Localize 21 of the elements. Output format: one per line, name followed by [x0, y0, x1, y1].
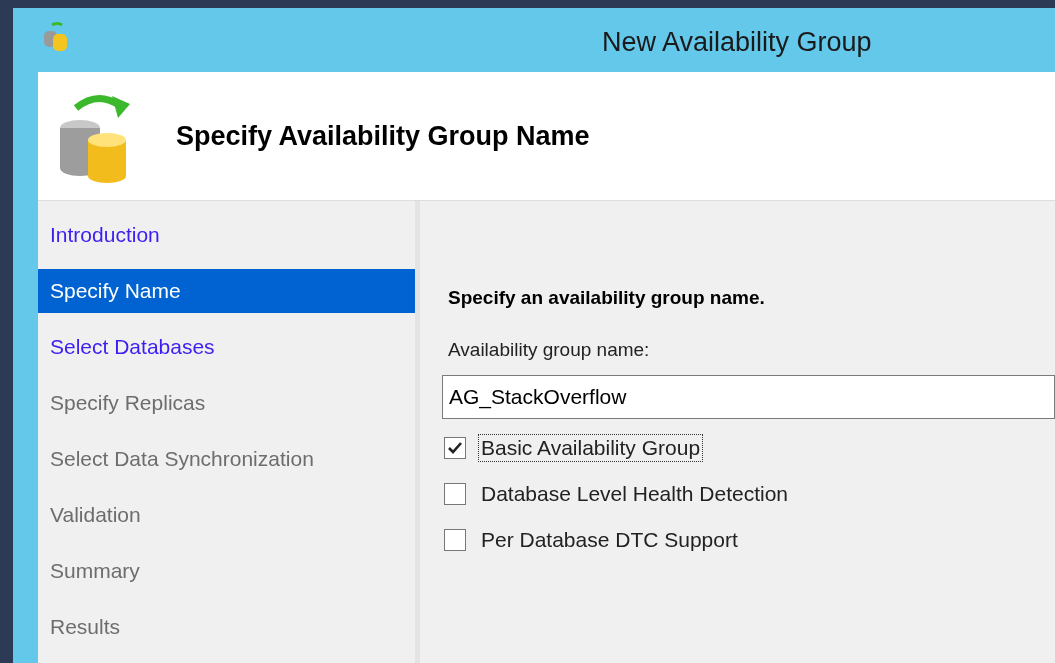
nav-item[interactable]: Results	[38, 605, 415, 649]
check-icon	[447, 440, 463, 456]
checkbox-label: Basic Availability Group	[478, 434, 704, 462]
checkbox-label: Database Level Health Detection	[480, 481, 790, 507]
nav-item[interactable]: Specify Name	[38, 269, 415, 313]
nav-item[interactable]: Select Data Synchronization	[38, 437, 415, 481]
database-icon	[42, 22, 70, 54]
checkbox-label: Per Database DTC Support	[480, 527, 739, 553]
window-title: New Availability Group	[602, 25, 872, 58]
checkbox[interactable]	[444, 529, 466, 551]
nav-item[interactable]: Specify Replicas	[38, 381, 415, 425]
nav-item[interactable]: Introduction	[38, 213, 415, 257]
checkbox[interactable]	[444, 437, 466, 459]
section-heading: Specify an availability group name.	[448, 287, 766, 309]
field-label: Availability group name:	[448, 339, 651, 361]
name-field[interactable]: AG_StackOverflow	[442, 375, 1055, 419]
nav-item[interactable]: Validation	[38, 493, 415, 537]
page-title: Specify Availability Group Name	[176, 120, 590, 152]
checkbox[interactable]	[444, 483, 466, 505]
nav-item[interactable]: Select Databases	[38, 325, 415, 369]
nav-item[interactable]: Summary	[38, 549, 415, 593]
